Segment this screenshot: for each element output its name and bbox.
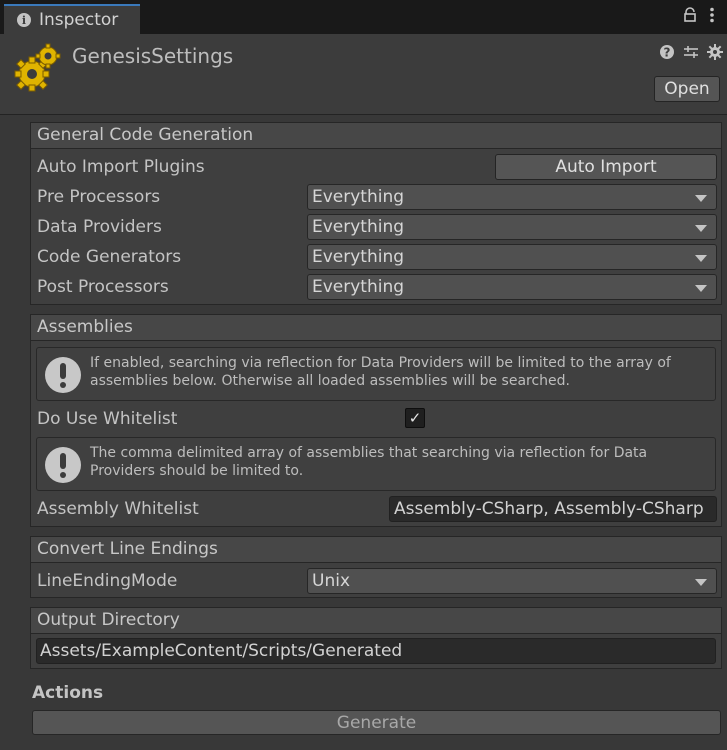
- output-directory-section: Output Directory Assets/ExampleContent/S…: [30, 607, 722, 669]
- auto-import-button[interactable]: Auto Import: [495, 154, 717, 180]
- convert-line-endings-section: Convert Line Endings LineEndingMode Unix: [30, 536, 722, 598]
- assemblies-section: Assemblies If enabled, searching via ref…: [30, 314, 722, 527]
- section-title: General Code Generation: [31, 123, 721, 149]
- post-processors-dropdown[interactable]: Everything: [307, 274, 717, 300]
- data-providers-label: Data Providers: [37, 217, 162, 237]
- tab-inspector[interactable]: i Inspector: [4, 4, 140, 34]
- scriptable-object-gears-icon: [14, 43, 61, 92]
- field-value: Assets/ExampleContent/Scripts/Generated: [40, 641, 403, 661]
- section-title: Convert Line Endings: [31, 537, 721, 563]
- tab-title: Inspector: [39, 10, 119, 30]
- gear-icon[interactable]: [707, 44, 723, 65]
- generate-button[interactable]: Generate: [32, 710, 721, 735]
- info-icon: i: [17, 13, 31, 27]
- lock-icon[interactable]: [683, 7, 697, 28]
- dropdown-arrow-icon: [695, 579, 707, 586]
- help-text: If enabled, searching via reflection for…: [90, 355, 671, 389]
- dropdown-value: Unix: [312, 571, 351, 591]
- assembly-list-help-box: The comma delimited array of assemblies …: [36, 437, 716, 491]
- dropdown-value: Everything: [312, 277, 405, 297]
- dropdown-arrow-icon: [695, 255, 707, 262]
- pre-processors-label: Pre Processors: [37, 187, 161, 207]
- auto-import-row: Auto Import Plugins Auto Import: [31, 152, 721, 182]
- do-use-whitelist-row: Do Use Whitelist ✓: [31, 404, 721, 434]
- preset-sliders-icon[interactable]: [683, 44, 699, 65]
- auto-import-label: Auto Import Plugins: [37, 157, 205, 177]
- whitelist-help-box: If enabled, searching via reflection for…: [36, 347, 716, 401]
- line-ending-mode-row: LineEndingMode Unix: [31, 566, 721, 596]
- dropdown-value: Everything: [312, 247, 405, 267]
- assembly-whitelist-field[interactable]: Assembly-CSharp, Assembly-CSharp: [389, 496, 717, 522]
- data-providers-row: Data Providers Everything: [31, 212, 721, 242]
- header-controls: ?: [659, 44, 723, 65]
- dropdown-value: Everything: [312, 187, 405, 207]
- post-processors-label: Post Processors: [37, 277, 169, 297]
- pre-processors-dropdown[interactable]: Everything: [307, 184, 717, 210]
- dropdown-arrow-icon: [695, 195, 707, 202]
- inspector-content: General Code Generation Auto Import Plug…: [0, 115, 727, 750]
- tab-controls: [683, 7, 715, 28]
- dropdown-value: Everything: [312, 217, 405, 237]
- warning-icon: [45, 447, 81, 483]
- help-icon[interactable]: ?: [659, 44, 675, 65]
- dropdown-arrow-icon: [695, 225, 707, 232]
- code-generators-label: Code Generators: [37, 247, 182, 267]
- code-generators-dropdown[interactable]: Everything: [307, 244, 717, 270]
- inspector-header: GenesisSettings ? Open: [0, 34, 727, 115]
- code-generators-row: Code Generators Everything: [31, 242, 721, 272]
- do-use-whitelist-checkbox[interactable]: ✓: [405, 408, 425, 428]
- svg-text:?: ?: [664, 46, 671, 60]
- general-code-generation-section: General Code Generation Auto Import Plug…: [30, 122, 722, 305]
- line-ending-mode-dropdown[interactable]: Unix: [307, 568, 717, 594]
- dropdown-arrow-icon: [695, 285, 707, 292]
- do-use-whitelist-label: Do Use Whitelist: [37, 409, 178, 429]
- assembly-whitelist-row: Assembly Whitelist Assembly-CSharp, Asse…: [31, 494, 721, 524]
- field-value: Assembly-CSharp, Assembly-CSharp: [394, 499, 704, 519]
- kebab-menu-icon[interactable]: [709, 7, 715, 28]
- assembly-whitelist-label: Assembly Whitelist: [37, 499, 199, 519]
- data-providers-dropdown[interactable]: Everything: [307, 214, 717, 240]
- line-ending-mode-label: LineEndingMode: [37, 571, 178, 591]
- section-title: Assemblies: [31, 315, 721, 341]
- output-directory-field[interactable]: Assets/ExampleContent/Scripts/Generated: [36, 638, 716, 664]
- help-text: The comma delimited array of assemblies …: [90, 445, 648, 479]
- post-processors-row: Post Processors Everything: [31, 272, 721, 302]
- section-title: Output Directory: [31, 608, 721, 634]
- tab-bar: i Inspector: [0, 0, 727, 34]
- actions-heading: Actions: [32, 683, 104, 703]
- pre-processors-row: Pre Processors Everything: [31, 182, 721, 212]
- open-button[interactable]: Open: [654, 76, 720, 102]
- asset-name: GenesisSettings: [72, 44, 234, 68]
- warning-icon: [45, 357, 81, 393]
